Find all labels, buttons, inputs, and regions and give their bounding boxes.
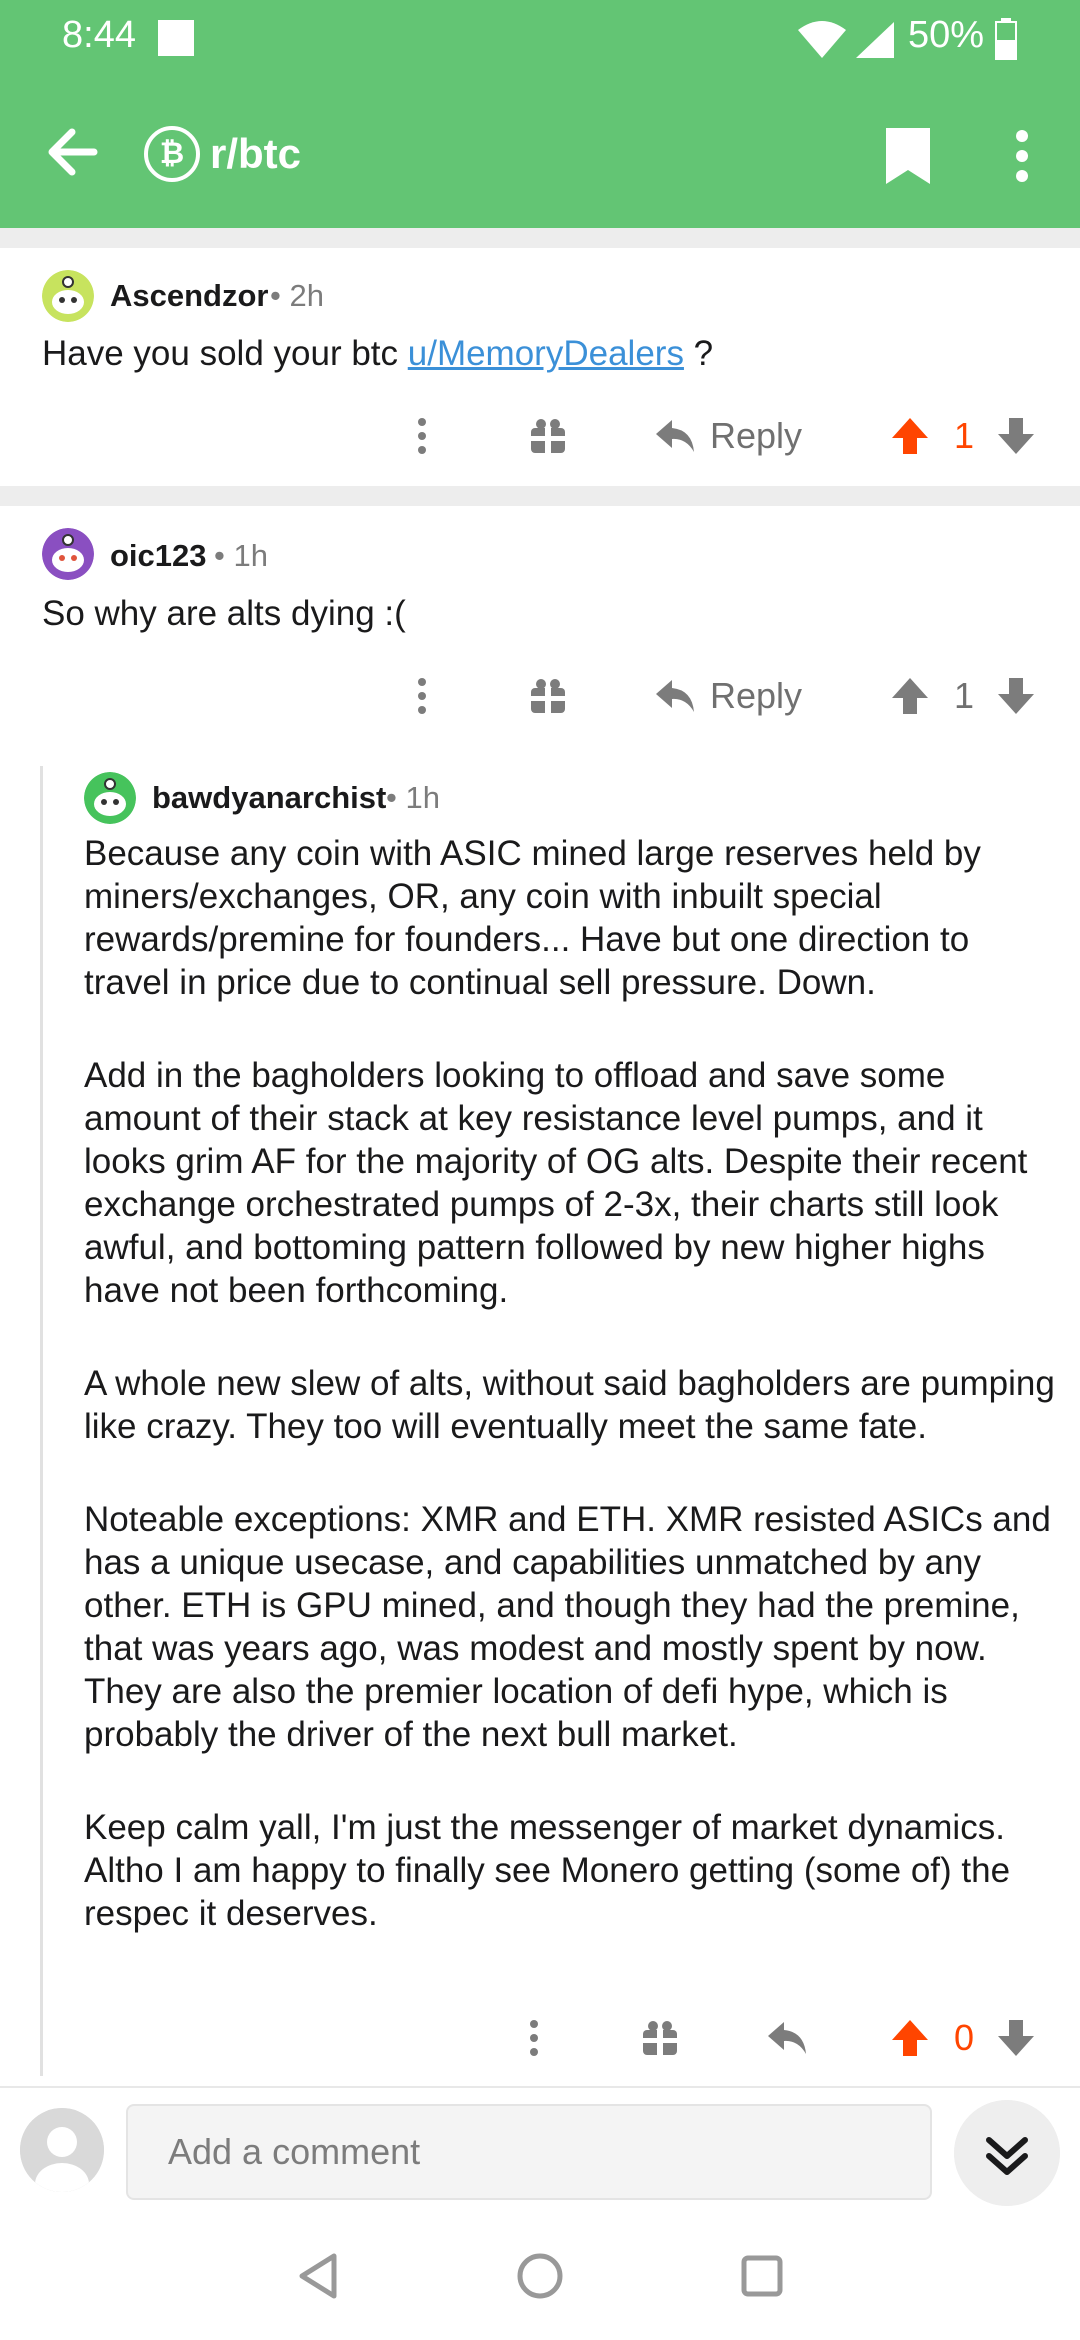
reply-icon [656,680,694,712]
upvote-button[interactable] [890,406,930,466]
comment-author[interactable]: Ascendzor [110,278,268,314]
comment-body: Have you sold your btc u/MemoryDealers ? [42,332,1042,375]
signal-icon [856,22,894,58]
subreddit-icon: ₿ [144,126,200,182]
reply-label: Reply [710,675,803,716]
more-options-button[interactable] [404,406,440,466]
system-nav-bar [0,2220,1080,2340]
more-vertical-icon [530,2020,538,2056]
reply-button[interactable]: Reply [654,406,802,466]
vote-score: 1 [954,666,974,726]
reply-button[interactable]: Reply [654,666,802,726]
avatar[interactable] [42,528,94,580]
reply-icon [768,2022,806,2054]
downvote-button[interactable] [996,2008,1036,2068]
reply-button[interactable] [766,2008,808,2068]
nav-home-icon[interactable] [516,2252,564,2300]
comment-time-value: 1h [405,780,440,815]
divider [0,486,1080,506]
more-options-button[interactable] [516,2008,552,2068]
gift-icon [531,419,565,453]
gift-icon [531,679,565,713]
vote-count: 0 [954,2017,975,2058]
nav-recents-icon[interactable] [740,2254,784,2298]
vote-count: 1 [954,415,975,456]
more-vertical-icon [418,678,426,714]
comment: Ascendzor • 2h Have you sold your btc u/… [0,248,1080,488]
nested-comment: bawdyanarchist • 1h Because any coin wit… [0,746,1080,2086]
comment-body: Because any coin with ASIC mined large r… [84,832,1064,1935]
gift-icon [643,2021,677,2055]
vote-score: 1 [954,406,974,466]
comment-actions: Reply 1 [0,666,1080,726]
downvote-button[interactable] [996,406,1036,466]
comment-author[interactable]: oic123 [110,538,207,574]
comment-actions: 0 [0,2008,1080,2068]
upvote-button[interactable] [890,666,930,726]
downvote-arrow-icon [998,678,1034,714]
user-avatar-icon[interactable] [20,2108,104,2192]
comment-actions: Reply 1 [0,406,1080,466]
comment-text: Have you sold your btc [42,334,408,373]
comment-body: So why are alts dying :( [42,594,406,633]
subreddit-title[interactable]: r/btc [210,126,301,182]
battery-icon [995,18,1017,60]
more-vertical-icon[interactable] [1002,124,1042,188]
upvote-arrow-icon [892,678,928,714]
collapse-chevrons-icon[interactable] [954,2100,1060,2206]
award-button[interactable] [640,2008,680,2068]
vote-count: 1 [954,675,975,716]
reply-label: Reply [710,415,803,456]
comment-paragraph: Noteable exceptions: XMR and ETH. XMR re… [84,1500,1051,1754]
wifi-icon [798,21,846,58]
compose-bar: Add a comment [0,2086,1080,2220]
battery-percent: 50% [908,14,985,56]
upvote-arrow-icon [892,2020,928,2056]
downvote-button[interactable] [996,666,1036,726]
downvote-arrow-icon [998,2020,1034,2056]
more-vertical-icon [418,418,426,454]
comment: oic123 • 1h So why are alts dying :( Rep… [0,506,1080,746]
user-link[interactable]: u/MemoryDealers [408,334,684,373]
upvote-arrow-icon [892,418,928,454]
comment-text: ? [683,334,714,373]
comment-paragraph: Keep calm yall, I'm just the messenger o… [84,1808,1011,1933]
award-button[interactable] [528,666,568,726]
avatar[interactable] [84,772,136,824]
nav-back-icon[interactable] [296,2252,340,2300]
more-options-button[interactable] [404,666,440,726]
comment-paragraph: Add in the bagholders looking to offload… [84,1056,1028,1310]
comment-time: • 2h [270,278,324,313]
downvote-arrow-icon [998,418,1034,454]
award-button[interactable] [528,406,568,466]
comment-input[interactable]: Add a comment [126,2104,932,2200]
reply-icon [656,420,694,452]
avatar[interactable] [42,270,94,322]
comment-paragraph: Because any coin with ASIC mined large r… [84,834,981,1002]
comment-time: • 1h [386,780,440,815]
app-bar: ₿ r/btc [0,80,1080,228]
comment-time-value: 2h [289,278,324,313]
status-time: 8:44 [62,14,136,56]
comment-author[interactable]: bawdyanarchist [152,780,386,816]
divider [0,228,1080,248]
comment-time-value: 1h [233,538,268,573]
notification-icon [158,20,194,56]
comment-paragraph: A whole new slew of alts, without said b… [84,1364,1055,1446]
upvote-button[interactable] [890,2008,930,2068]
vote-score: 0 [954,2008,974,2068]
status-bar: 8:44 50% [0,0,1080,80]
comment-time: • 1h [214,538,268,573]
back-arrow-icon[interactable] [44,120,104,184]
bookmark-icon[interactable] [882,124,934,188]
